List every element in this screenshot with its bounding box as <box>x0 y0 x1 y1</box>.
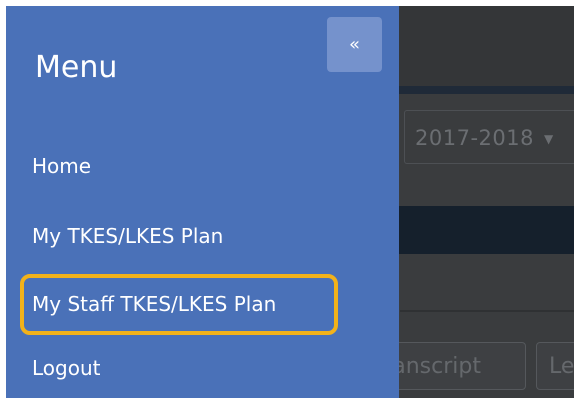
learn-tab-label: Le <box>549 354 574 379</box>
double-chevron-left-icon: « <box>348 34 360 55</box>
background-separator <box>400 310 574 312</box>
collapse-menu-button[interactable]: « <box>327 17 382 72</box>
side-menu-panel: « Menu Home My TKES/LKES Plan My Staff T… <box>6 6 399 398</box>
highlight-annotation-box <box>20 274 338 335</box>
school-year-select[interactable]: 2017-2018 ▼ <box>404 110 574 164</box>
caret-down-icon: ▼ <box>543 132 554 146</box>
learn-tab-button[interactable]: Le <box>536 342 574 390</box>
menu-title: Menu <box>35 50 118 85</box>
menu-item-logout[interactable]: Logout <box>32 353 100 383</box>
screenshot-frame: 2017-2018 ▼ Transcript Le « Menu Home My … <box>0 0 574 406</box>
menu-item-my-plan[interactable]: My TKES/LKES Plan <box>32 221 223 251</box>
menu-item-home[interactable]: Home <box>32 151 91 181</box>
school-year-value: 2017-2018 <box>415 126 534 150</box>
